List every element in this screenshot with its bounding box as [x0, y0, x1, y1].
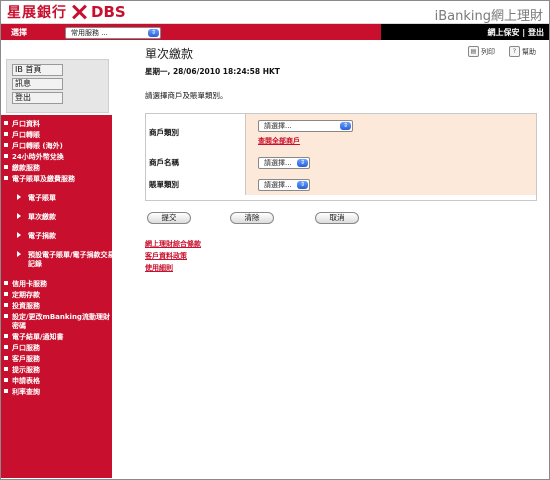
ibanking-brand: iBanking網上理財 — [434, 9, 543, 24]
bullet-icon — [4, 345, 8, 349]
sidebar-item-ebill-services[interactable]: 電子賬單及繳費服務 — [4, 175, 75, 184]
select-arrow-icon: ⇕ — [148, 29, 159, 37]
sidebar-logout-button[interactable]: 登出 — [12, 92, 63, 104]
sidebar-item-fx[interactable]: 24小時外幣兌換 — [4, 153, 64, 162]
bill-type-label-cell: 賬單類別 — [146, 173, 246, 195]
bullet-icon — [4, 356, 8, 360]
page-title: 單次繳款 — [145, 47, 194, 61]
merchant-type-select[interactable]: 請選擇... ⇕ — [258, 120, 353, 132]
security-logout-bar: 網上保安 | 登出 — [381, 24, 549, 40]
bullet-icon — [4, 389, 8, 393]
bullet-icon — [4, 303, 8, 307]
bullet-icon — [4, 334, 8, 338]
sidebar-item-account-info[interactable]: 戶口資料 — [4, 120, 40, 129]
bill-type-value: 請選擇... — [264, 181, 292, 189]
common-services-value: 常用服務 ... — [71, 29, 108, 37]
merchant-name-value: 請選擇... — [264, 159, 292, 167]
help-icon: ? — [509, 46, 520, 57]
print-button[interactable]: ▤ 列印 — [468, 46, 495, 57]
main-content: 單次繳款 ▤ 列印 ? 幫助 星期一, 28/06/2010 18:24:58 … — [112, 41, 549, 478]
merchant-name-field-cell: 請選擇... ⇕ — [246, 152, 536, 173]
bill-type-label: 賬單類別 — [149, 180, 179, 189]
sidebar-item-rates[interactable]: 利率查詢 — [4, 388, 40, 397]
merchant-name-row: 商戶名稱 請選擇... ⇕ — [146, 152, 536, 174]
terms-of-use-link[interactable]: 使用細則 — [145, 264, 173, 272]
logo-english-text: DBS — [91, 3, 126, 21]
view-all-merchants-link[interactable]: 查閱全部商戶 — [258, 137, 300, 145]
footer-links: 網上理財綜合條款 客戶資料政策 使用細則 — [145, 239, 201, 275]
select-arrow-icon: ⇕ — [297, 181, 308, 189]
cancel-button[interactable]: 取消 — [315, 212, 359, 224]
sidebar-item-alerts[interactable]: 提示服務 — [4, 366, 40, 375]
merchant-type-row: 商戶類別 請選擇... ⇕ 查閱全部商戶 — [146, 114, 536, 153]
merchant-type-label-cell: 商戶類別 — [146, 114, 246, 152]
messages-button[interactable]: 訊息 — [12, 78, 63, 90]
print-label: 列印 — [481, 47, 495, 56]
bullet-icon — [4, 176, 8, 180]
arrow-right-icon — [17, 194, 21, 200]
submenu-item-preset-records[interactable]: 預設電子賬單/電子捐款交易記錄 — [17, 251, 120, 269]
merchant-type-label: 商戶類別 — [149, 128, 179, 137]
arrow-right-icon — [17, 213, 21, 219]
help-button[interactable]: ? 幫助 — [509, 46, 536, 57]
sidebar-quick-area: IB 首頁 訊息 登出 — [1, 41, 112, 115]
ib-home-button[interactable]: IB 首頁 — [12, 64, 63, 76]
dbs-logo[interactable]: 星展銀行 DBS — [7, 3, 126, 21]
merchant-type-field-cell: 請選擇... ⇕ 查閱全部商戶 — [246, 114, 536, 152]
bill-type-field-cell: 請選擇... ⇕ — [246, 173, 536, 195]
bullet-icon — [4, 165, 8, 169]
top-header: 星展銀行 DBS iBanking網上理財 — [1, 1, 549, 24]
clear-button[interactable]: 清除 — [230, 212, 274, 224]
bullet-icon — [4, 281, 8, 285]
sidebar-item-credit-card[interactable]: 信用卡服務 — [4, 280, 47, 289]
sidebar-item-overseas-transfer[interactable]: 戶口轉賬 (海外) — [4, 142, 63, 151]
top-nav-strip: 選擇 常用服務 ... ⇕ 網上保安 | 登出 — [1, 24, 549, 40]
submenu-item-single-payment[interactable]: 單次繳款 — [17, 213, 56, 222]
sidebar-item-account-services[interactable]: 戶口服務 — [4, 344, 40, 353]
sidebar-item-estatement[interactable]: 電子結單/通知書 — [4, 333, 64, 342]
select-arrow-icon: ⇕ — [297, 159, 308, 167]
bullet-icon — [4, 292, 8, 296]
dbs-x-icon — [71, 4, 87, 20]
bullet-icon — [4, 121, 8, 125]
merchant-name-label-cell: 商戶名稱 — [146, 152, 246, 173]
bullet-icon — [4, 132, 8, 136]
bill-type-select[interactable]: 請選擇... ⇕ — [258, 179, 310, 191]
select-label: 選擇 — [11, 28, 27, 37]
sidebar-item-transfer[interactable]: 戶口轉賬 — [4, 131, 40, 140]
submit-button[interactable]: 提交 — [147, 212, 191, 224]
arrow-right-icon — [17, 251, 21, 257]
sidebar-item-investment[interactable]: 投資服務 — [4, 302, 40, 311]
submenu-item-ebill[interactable]: 電子賬單 — [17, 194, 56, 203]
help-label: 幫助 — [522, 47, 536, 56]
bullet-icon — [4, 154, 8, 158]
sidebar-quick-box: IB 首頁 訊息 登出 — [6, 59, 109, 113]
sidebar-item-bill-payment[interactable]: 繳款服務 — [4, 164, 40, 173]
sidebar-item-customer-services[interactable]: 客戶服務 — [4, 355, 40, 364]
common-services-select[interactable]: 常用服務 ... ⇕ — [65, 27, 161, 39]
merchant-name-select[interactable]: 請選擇... ⇕ — [258, 157, 310, 169]
arrow-right-icon — [17, 232, 21, 238]
bill-type-row: 賬單類別 請選擇... ⇕ — [146, 173, 536, 195]
bullet-icon — [4, 314, 8, 318]
print-icon: ▤ — [468, 46, 479, 57]
bullet-icon — [4, 143, 8, 147]
merchant-name-label: 商戶名稱 — [149, 158, 179, 167]
sidebar: IB 首頁 訊息 登出 戶口資料 戶口轉賬 戶口轉賬 (海外) 24小時外幣兌換… — [1, 41, 115, 478]
payment-form: 商戶類別 請選擇... ⇕ 查閱全部商戶 商戶名稱 請選擇... ⇕ 賬單類別 … — [145, 113, 537, 201]
sidebar-item-forms[interactable]: 申請表格 — [4, 377, 40, 386]
bullet-icon — [4, 378, 8, 382]
sidebar-item-time-deposit[interactable]: 定期存款 — [4, 291, 40, 300]
select-arrow-icon: ⇕ — [340, 122, 351, 130]
logo-chinese-text: 星展銀行 — [7, 5, 67, 21]
privacy-policy-link[interactable]: 客戶資料政策 — [145, 252, 187, 260]
current-datetime: 星期一, 28/06/2010 18:24:58 HKT — [145, 67, 280, 76]
security-logout-links[interactable]: 網上保安 | 登出 — [488, 27, 545, 38]
bullet-icon — [4, 367, 8, 371]
submenu-item-edonation[interactable]: 電子捐款 — [17, 232, 56, 241]
instruction-text: 請選擇商戶及賬單類別。 — [145, 91, 228, 100]
merchant-type-value: 請選擇... — [264, 122, 292, 130]
terms-link[interactable]: 網上理財綜合條款 — [145, 240, 201, 248]
sidebar-item-mbanking-password[interactable]: 設定/更改mBanking流動理財密碼 — [4, 313, 114, 331]
